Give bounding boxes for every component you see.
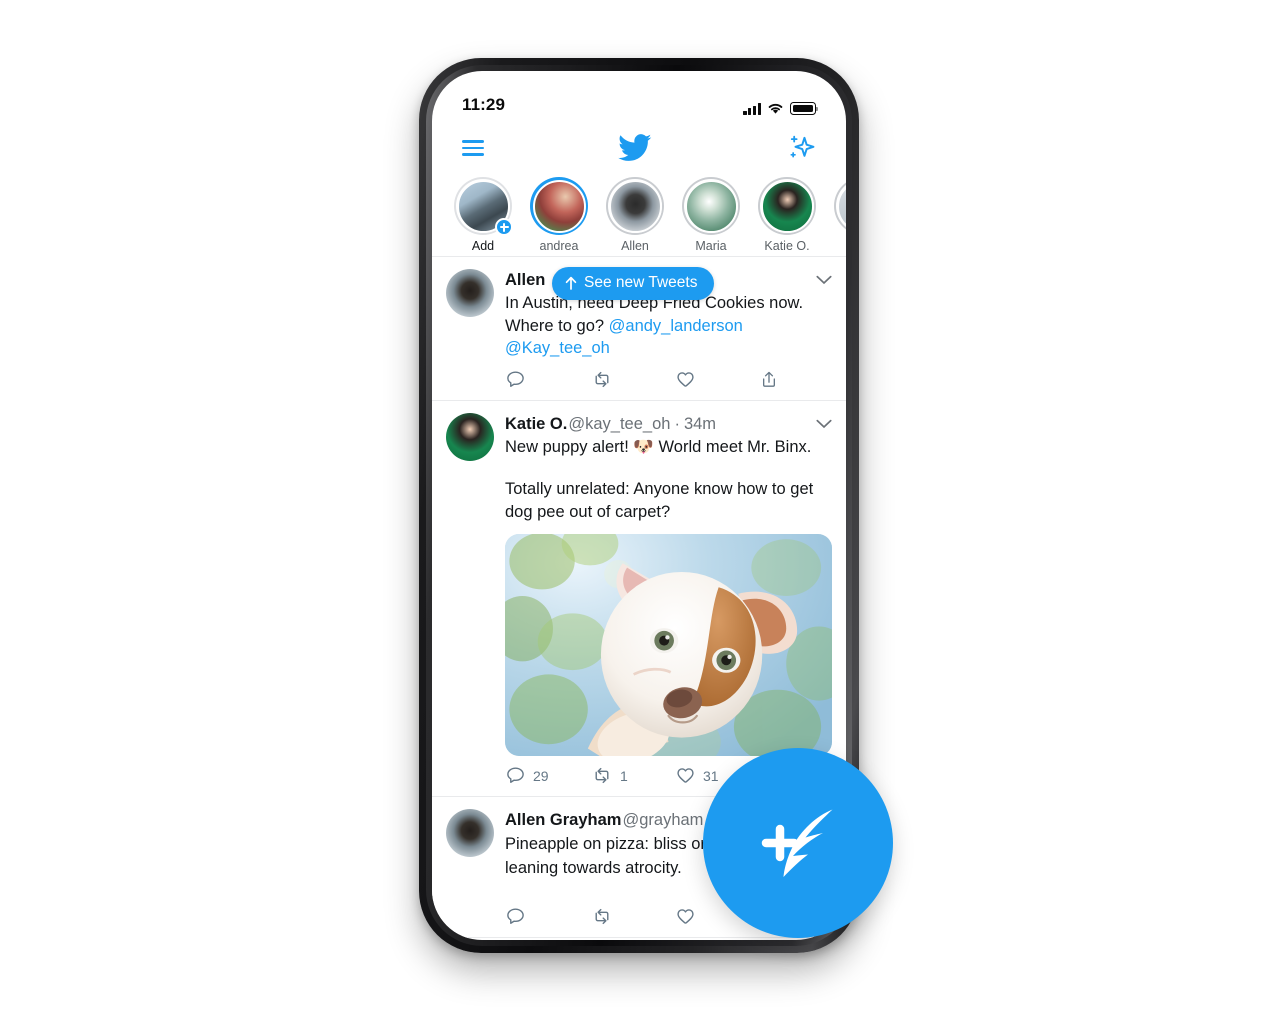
fleet-label: Add xyxy=(471,239,495,253)
tweet-row[interactable]: Katie O. @kay_tee_oh · 34m New puppy ale… xyxy=(432,401,846,797)
cellular-signal-icon xyxy=(743,102,761,115)
tweet-text: In Austin, need Deep Fried Cookies now. … xyxy=(505,292,832,360)
like-button[interactable] xyxy=(675,369,759,390)
retweet-button[interactable] xyxy=(591,369,675,390)
avatar[interactable] xyxy=(446,412,494,461)
see-new-tweets-button[interactable]: See new Tweets xyxy=(552,267,715,300)
retweet-button[interactable]: 1 xyxy=(591,765,675,786)
scene: 11:29 Add andrea Allen Maria Katie O. Al… xyxy=(0,0,1280,1024)
fleet-item-katie[interactable]: Katie O. xyxy=(758,177,816,253)
tweet-text: New puppy alert! 🐶 World meet Mr. Binx. … xyxy=(505,436,832,524)
fleet-item-allen[interactable]: Allen xyxy=(606,177,664,253)
fleet-ring-seen xyxy=(682,177,740,235)
fleet-label: Katie O. xyxy=(764,239,810,253)
chevron-down-icon[interactable] xyxy=(810,269,832,291)
fleet-ring-seen xyxy=(834,177,846,235)
fleet-item-andrea[interactable]: andrea xyxy=(530,177,588,253)
separator-dot: · xyxy=(674,414,680,433)
status-time: 11:29 xyxy=(462,95,506,114)
mention-link[interactable]: @Kay_tee_oh xyxy=(505,339,610,357)
fleet-ring-seen xyxy=(606,177,664,235)
wifi-icon xyxy=(768,103,783,114)
avatar xyxy=(760,179,814,233)
tweet-paragraph: Totally unrelated: Anyone know how to ge… xyxy=(505,480,814,521)
twitter-bird-icon[interactable] xyxy=(618,134,652,162)
puppy-photo xyxy=(505,534,832,756)
like-count: 31 xyxy=(703,767,719,784)
mention-link[interactable]: @andy_landerson xyxy=(609,317,743,335)
fleet-ring-seen xyxy=(758,177,816,235)
reply-count: 29 xyxy=(533,767,549,784)
tweet-author-handle[interactable]: @kay_tee_oh xyxy=(568,413,670,435)
avatar xyxy=(836,179,846,233)
arrow-up-icon xyxy=(565,276,577,290)
tweet-author-name[interactable]: Katie O. xyxy=(505,413,567,435)
fleet-ring-unread xyxy=(530,177,588,235)
reply-button[interactable] xyxy=(505,906,591,927)
tweet-body: Katie O. @kay_tee_oh · 34m New puppy ale… xyxy=(505,413,832,791)
fleet-label: andrea xyxy=(539,239,579,253)
avatar xyxy=(608,179,662,233)
avatar[interactable] xyxy=(446,269,494,317)
avatar[interactable] xyxy=(446,809,494,857)
status-bar: 11:29 xyxy=(432,71,846,121)
add-fleet-plus-icon[interactable] xyxy=(495,218,513,236)
compose-feather-plus-icon xyxy=(761,809,833,877)
chevron-down-icon[interactable] xyxy=(810,413,832,435)
status-icons xyxy=(743,102,819,115)
reply-button[interactable] xyxy=(505,369,591,390)
fleet-item-add[interactable]: Add xyxy=(454,177,513,253)
sparkle-timeline-settings-icon[interactable] xyxy=(786,133,816,163)
fleet-ring xyxy=(454,177,513,236)
tweet-paragraph: New puppy alert! 🐶 World meet Mr. Binx. xyxy=(505,437,812,456)
tweet-author-name[interactable]: Allen Grayham xyxy=(505,809,621,831)
avatar xyxy=(532,179,586,233)
fleets-row[interactable]: Add andrea Allen Maria Katie O. xyxy=(432,175,846,257)
tweet-author-name[interactable]: Allen xyxy=(505,269,545,291)
reply-button[interactable]: 29 xyxy=(505,765,591,786)
tweet-author-handle[interactable]: @grayham xyxy=(622,809,703,831)
fleet-item-maria[interactable]: Maria xyxy=(682,177,740,253)
retweet-button[interactable] xyxy=(591,906,675,927)
avatar xyxy=(684,179,738,233)
app-top-bar xyxy=(432,121,846,175)
battery-full-icon xyxy=(790,102,819,115)
fleet-label: Allen xyxy=(621,239,649,253)
compose-tweet-fab[interactable] xyxy=(703,748,893,938)
tweet-header: Katie O. @kay_tee_oh · 34m xyxy=(505,413,832,435)
fleet-label: Maria xyxy=(695,239,727,253)
retweet-count: 1 xyxy=(620,767,628,784)
see-new-tweets-label: See new Tweets xyxy=(584,274,698,291)
tweet-actions xyxy=(505,369,832,394)
hamburger-menu-icon[interactable] xyxy=(462,136,484,161)
fleet-item-partial[interactable] xyxy=(834,177,846,239)
tweet-timestamp: 34m xyxy=(683,414,717,433)
tweet-row[interactable]: Allen says · 26m In Austin, need Deep Fr… xyxy=(432,257,846,401)
tweet-media-image[interactable] xyxy=(505,534,832,756)
share-button[interactable] xyxy=(759,369,786,390)
